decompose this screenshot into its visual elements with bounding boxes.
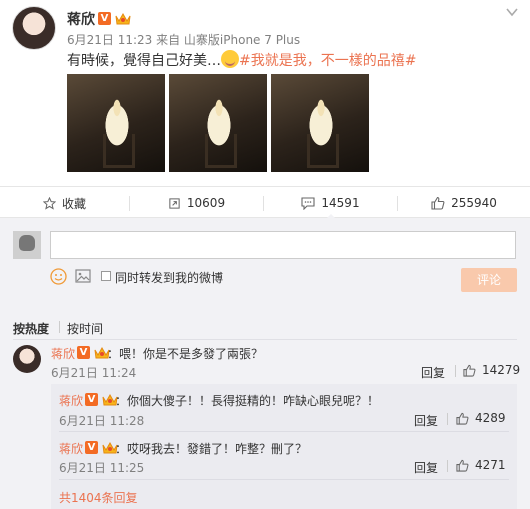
reply-like-count: 4289 [475,411,506,425]
post-action-bar: 收藏 10609 14591 255940 [0,186,530,220]
reply-time: 6月21日 11:25 [59,461,145,475]
reply-badges: V [85,392,118,406]
repost-count: 10609 [186,196,226,210]
comment-divider [455,365,456,377]
reply-divider [447,413,448,425]
reply-like-button[interactable]: 4271 [456,458,506,472]
comment-like-button[interactable]: 14279 [463,363,520,377]
sort-by-time-tab[interactable]: 按时间 [67,320,103,337]
image-icon[interactable] [75,269,91,283]
comment-icon [301,196,315,210]
thumbs-up-icon [456,412,469,425]
crown-icon [115,12,131,25]
reply-separator [59,431,509,432]
sync-repost-checkbox[interactable] [101,271,111,281]
thumbs-up-icon [456,459,469,472]
verified-icon: V [77,346,90,359]
comment-button[interactable]: 14591 [264,187,397,220]
view-all-replies-link[interactable]: 共1404条回复 [59,489,138,506]
author-avatar[interactable] [12,6,56,50]
comment-avatar[interactable] [13,345,41,373]
favorite-button[interactable]: 收藏 [0,187,129,219]
like-button[interactable]: 255940 [398,187,530,219]
comment-author[interactable]: 蒋欣 [51,345,75,362]
favorite-label: 收藏 [61,196,86,211]
reply-time: 6月21日 11:28 [59,414,145,428]
thumbs-up-icon [463,364,476,377]
sort-divider [59,321,60,333]
sort-by-hot-tab[interactable]: 按热度 [13,320,49,337]
reply-separator [59,479,509,480]
comment-count: 14591 [321,196,360,210]
star-icon [42,196,56,210]
reply-reply-button[interactable]: 回复 [414,412,438,429]
photo-thumbnail[interactable] [67,74,165,172]
submit-comment-button[interactable]: 评论 [461,268,517,292]
emoji-icon[interactable] [50,268,67,285]
author-badges: V [98,11,131,25]
weibo-post: 蒋欣 V 6月21日 11:23 来自 山寨版iPhone 7 Plus 有時候… [0,0,530,186]
comment-input[interactable] [50,231,516,259]
reply-divider [447,460,448,472]
reply-like-button[interactable]: 4289 [456,411,506,425]
verified-icon: V [85,393,98,406]
verified-icon: V [85,441,98,454]
post-author-name[interactable]: 蒋欣 [67,9,95,29]
comment-text: ：喂！你是不是多發了兩張？ [107,347,264,361]
blush-emoji-icon [221,50,239,68]
verified-icon: V [98,12,111,25]
comment-reply-button[interactable]: 回复 [421,364,445,381]
like-count: 255940 [451,196,497,210]
post-meta: 6月21日 11:23 来自 山寨版iPhone 7 Plus [67,33,301,47]
reply-text: ：哎呀我去！發錯了！咋整？刪了？ [115,442,308,456]
sync-repost-label: 同时转发到我的微博 [115,271,224,285]
photo-thumbnail[interactable] [169,74,267,172]
reply-author[interactable]: 蒋欣 [59,392,83,409]
post-text: 有時候，覺得自己好美… #我就是我，不一樣的品禧# [67,50,416,70]
reply-like-count: 4271 [475,458,506,472]
sort-underline-divider [13,339,517,340]
repost-icon [169,197,180,209]
repost-button[interactable]: 10609 [130,187,263,219]
photo-thumbnail[interactable] [271,74,369,172]
current-user-avatar [13,231,41,259]
reply-badges: V [85,440,118,454]
comment-time: 6月21日 11:24 [51,366,137,380]
reply-author[interactable]: 蒋欣 [59,440,83,457]
reply-reply-button[interactable]: 回复 [414,459,438,476]
comment-badges: V [77,345,110,359]
chevron-down-icon[interactable] [506,7,518,17]
post-text-main: 有時候，覺得自己好美… [67,53,221,69]
reply-text: ：你個大傻子！！長得挺精的！咋缺心眼兒呢？！ [115,394,380,408]
hashtag-link[interactable]: #我就是我，不一樣的品禧# [239,53,416,69]
comment-like-count: 14279 [482,363,521,377]
thumbs-up-icon [431,196,445,210]
